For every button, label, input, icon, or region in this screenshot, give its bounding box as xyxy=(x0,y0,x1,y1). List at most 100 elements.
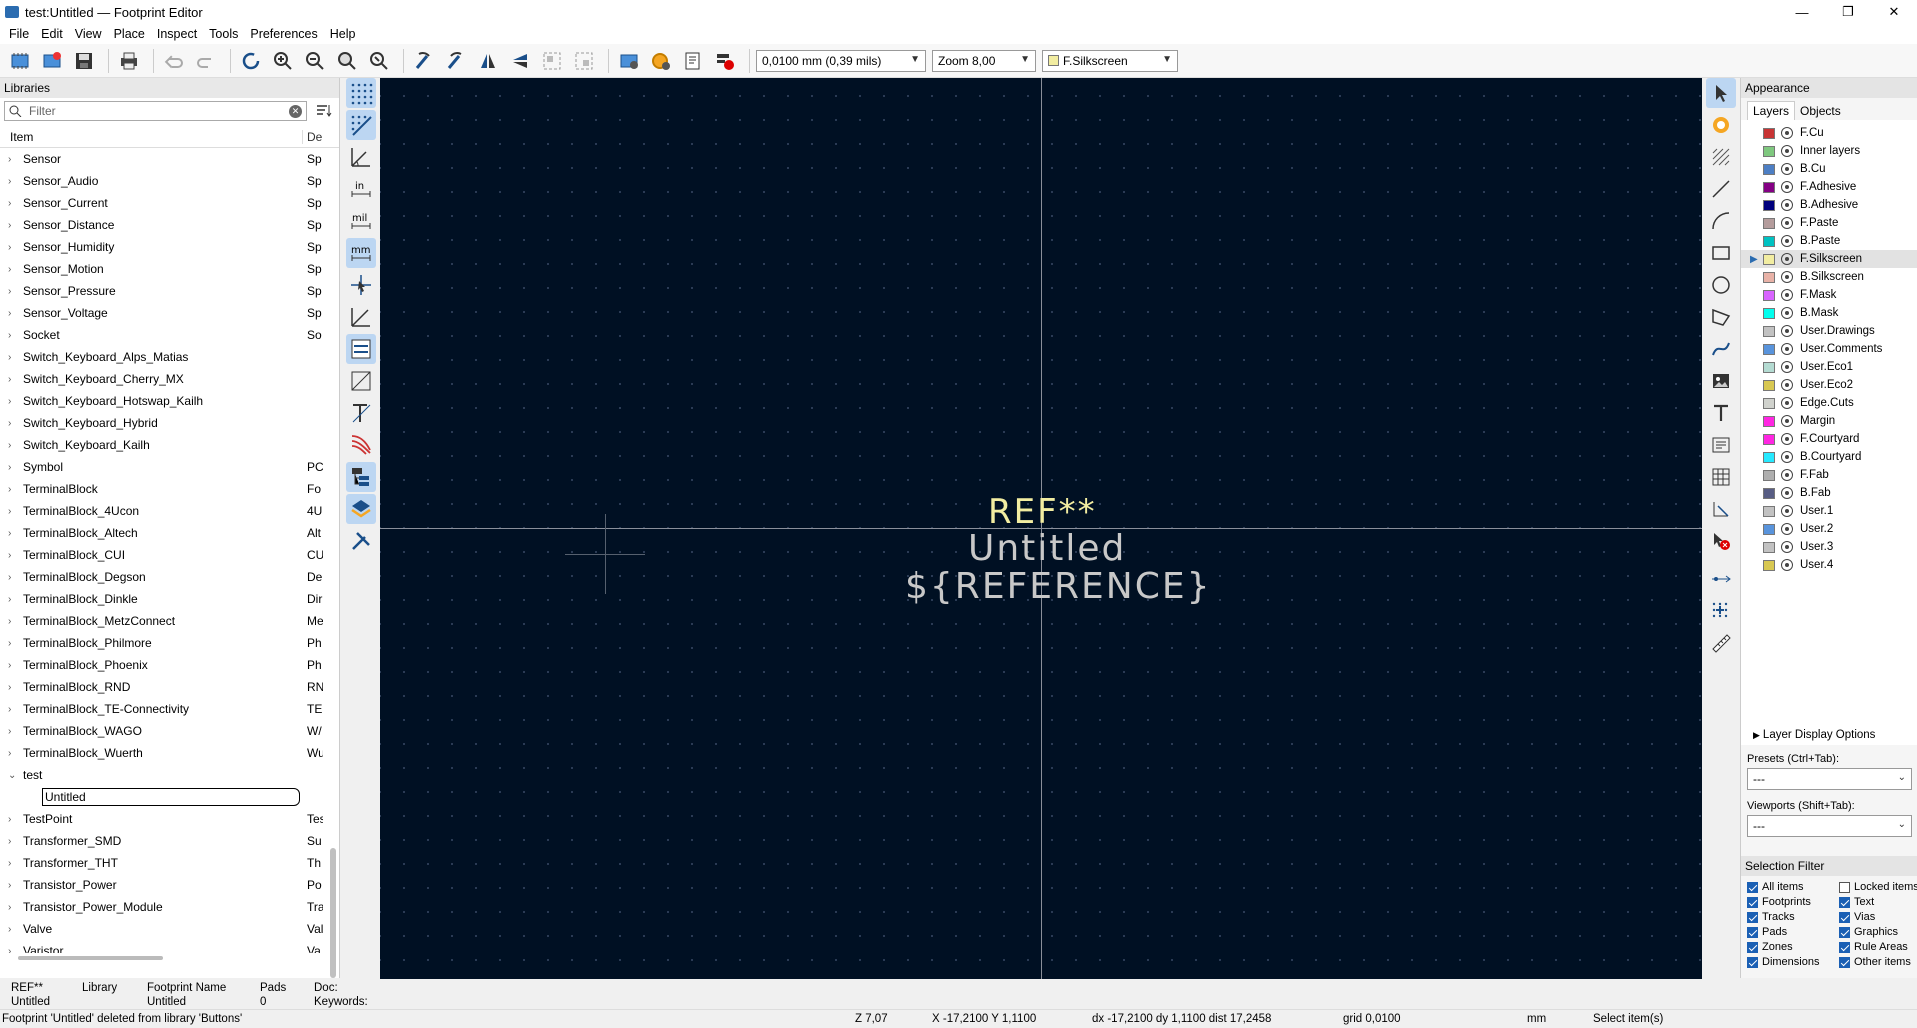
selection-filter-checkbox[interactable]: Zones xyxy=(1747,940,1839,954)
draw-bezier-icon[interactable] xyxy=(1706,334,1736,364)
library-item[interactable]: › Sensor Sp xyxy=(0,148,324,170)
chevron-right-icon[interactable]: › xyxy=(8,660,18,671)
layer-select[interactable]: F.Silkscreen ▼ xyxy=(1042,49,1178,72)
library-item[interactable]: › Transistor_Power Po xyxy=(0,874,324,896)
visibility-eye-icon[interactable] xyxy=(1781,487,1793,499)
visibility-eye-icon[interactable] xyxy=(1781,559,1793,571)
library-item[interactable]: › Transistor_Power_Module Tra xyxy=(0,896,324,918)
selection-filter-checkbox[interactable]: Other items xyxy=(1839,955,1917,969)
chevron-right-icon[interactable]: › xyxy=(8,616,18,627)
checkbox-checked-icon[interactable] xyxy=(1747,881,1758,893)
library-item[interactable]: › Switch_Keyboard_Hotswap_Kailh xyxy=(0,390,324,412)
minimize-button[interactable]: — xyxy=(1779,0,1825,24)
footprint-tree-toggle-icon[interactable] xyxy=(346,462,376,492)
layer-color-swatch[interactable] xyxy=(1763,253,1775,265)
refresh-icon[interactable] xyxy=(237,47,265,75)
layer-color-swatch[interactable] xyxy=(1763,361,1775,373)
library-item[interactable]: › Sensor_Current Sp xyxy=(0,192,324,214)
chevron-right-icon[interactable]: › xyxy=(8,462,18,473)
layer-color-swatch[interactable] xyxy=(1763,397,1775,409)
layer-color-swatch[interactable] xyxy=(1763,433,1775,445)
selection-filter-checkbox[interactable]: Pads xyxy=(1747,925,1839,939)
chevron-right-icon[interactable]: › xyxy=(8,704,18,715)
menu-help[interactable]: Help xyxy=(324,27,362,41)
menu-inspect[interactable]: Inspect xyxy=(151,27,203,41)
checkbox-checked-icon[interactable] xyxy=(1747,896,1758,908)
set-anchor-icon[interactable] xyxy=(1706,564,1736,594)
visibility-eye-icon[interactable] xyxy=(1781,541,1793,553)
tree-scrollbar[interactable] xyxy=(330,848,336,978)
layer-color-swatch[interactable] xyxy=(1763,289,1775,301)
layer-color-swatch[interactable] xyxy=(1763,487,1775,499)
library-item[interactable]: › Transformer_THT Th xyxy=(0,852,324,874)
filter-input[interactable]: Filter ✕ xyxy=(4,101,307,121)
layer-row[interactable]: Inner layers xyxy=(1741,142,1917,160)
visibility-eye-icon[interactable] xyxy=(1781,181,1793,193)
visibility-eye-icon[interactable] xyxy=(1781,415,1793,427)
zoom-objects-icon[interactable] xyxy=(365,47,393,75)
menu-edit[interactable]: Edit xyxy=(35,27,69,41)
layer-row[interactable]: B.Silkscreen xyxy=(1741,268,1917,286)
library-item[interactable]: › Switch_Keyboard_Alps_Matias xyxy=(0,346,324,368)
text-outline-icon[interactable] xyxy=(346,398,376,428)
visibility-eye-icon[interactable] xyxy=(1781,523,1793,535)
add-image-icon[interactable] xyxy=(1706,366,1736,396)
library-item[interactable]: › Switch_Keyboard_Hybrid xyxy=(0,412,324,434)
library-item[interactable]: › TestPoint Tes xyxy=(0,808,324,830)
create-footprint-icon[interactable] xyxy=(38,47,66,75)
menu-view[interactable]: View xyxy=(69,27,108,41)
inches-icon[interactable]: in xyxy=(346,174,376,204)
library-item[interactable]: › TerminalBlock_TE-Connectivity TE xyxy=(0,698,324,720)
reference-field-text[interactable]: ${REFERENCE} xyxy=(905,566,1212,607)
chevron-right-icon[interactable]: › xyxy=(8,374,18,385)
cursor-style-icon[interactable] xyxy=(346,270,376,300)
chevron-right-icon[interactable]: › xyxy=(8,550,18,561)
chevron-down-icon[interactable]: ⌄ xyxy=(8,770,18,781)
add-textbox-icon[interactable] xyxy=(1706,430,1736,460)
layer-color-swatch[interactable] xyxy=(1763,163,1775,175)
chevron-right-icon[interactable]: › xyxy=(8,528,18,539)
layer-row[interactable]: Edge.Cuts xyxy=(1741,394,1917,412)
value-text[interactable]: Untitled xyxy=(968,528,1126,569)
tree-horizontal-scrollbar[interactable] xyxy=(18,956,163,960)
library-item[interactable]: › TerminalBlock Fo xyxy=(0,478,324,500)
layer-color-swatch[interactable] xyxy=(1763,469,1775,481)
visibility-eye-icon[interactable] xyxy=(1781,217,1793,229)
library-item[interactable]: ⌄ test xyxy=(0,764,324,786)
angle-snap-icon[interactable] xyxy=(346,302,376,332)
layer-row[interactable]: B.Mask xyxy=(1741,304,1917,322)
chevron-right-icon[interactable]: › xyxy=(8,506,18,517)
checkbox-checked-icon[interactable] xyxy=(1747,956,1758,968)
visibility-eye-icon[interactable] xyxy=(1781,199,1793,211)
selection-filter-checkbox[interactable]: Dimensions xyxy=(1747,955,1839,969)
visibility-eye-icon[interactable] xyxy=(1781,469,1793,481)
layer-color-swatch[interactable] xyxy=(1763,541,1775,553)
chevron-right-icon[interactable]: › xyxy=(8,286,18,297)
add-pad-icon[interactable] xyxy=(1706,110,1736,140)
chevron-right-icon[interactable]: › xyxy=(8,924,18,935)
checkbox-checked-icon[interactable] xyxy=(1747,926,1758,938)
tab-objects[interactable]: Objects xyxy=(1795,102,1846,120)
layer-row[interactable]: B.Fab xyxy=(1741,484,1917,502)
chevron-right-icon[interactable]: › xyxy=(8,440,18,451)
library-item[interactable]: › Sensor_Audio Sp xyxy=(0,170,324,192)
layer-color-swatch[interactable] xyxy=(1763,271,1775,283)
library-item[interactable]: › Sensor_Humidity Sp xyxy=(0,236,324,258)
selection-filter-checkbox[interactable]: Text xyxy=(1839,895,1917,909)
rotate-cw-icon[interactable] xyxy=(442,47,470,75)
visibility-eye-icon[interactable] xyxy=(1781,505,1793,517)
reference-designator[interactable]: REF** xyxy=(988,492,1097,532)
ungroup-icon[interactable] xyxy=(570,47,598,75)
visibility-eye-icon[interactable] xyxy=(1781,127,1793,139)
library-item[interactable]: › TerminalBlock_Philmore Ph xyxy=(0,632,324,654)
footprint-properties-icon[interactable] xyxy=(615,47,643,75)
grid-select[interactable]: 0,0100 mm (0,39 mils) ▼ xyxy=(756,49,926,72)
checkbox-checked-icon[interactable] xyxy=(1839,896,1850,908)
layer-color-swatch[interactable] xyxy=(1763,505,1775,517)
layer-color-swatch[interactable] xyxy=(1763,523,1775,535)
library-item[interactable]: › Varistor Va xyxy=(0,940,324,953)
menu-file[interactable]: File xyxy=(3,27,35,41)
new-footprint-icon[interactable] xyxy=(6,47,34,75)
selection-filter-checkbox[interactable]: Graphics xyxy=(1839,925,1917,939)
layer-color-swatch[interactable] xyxy=(1763,235,1775,247)
